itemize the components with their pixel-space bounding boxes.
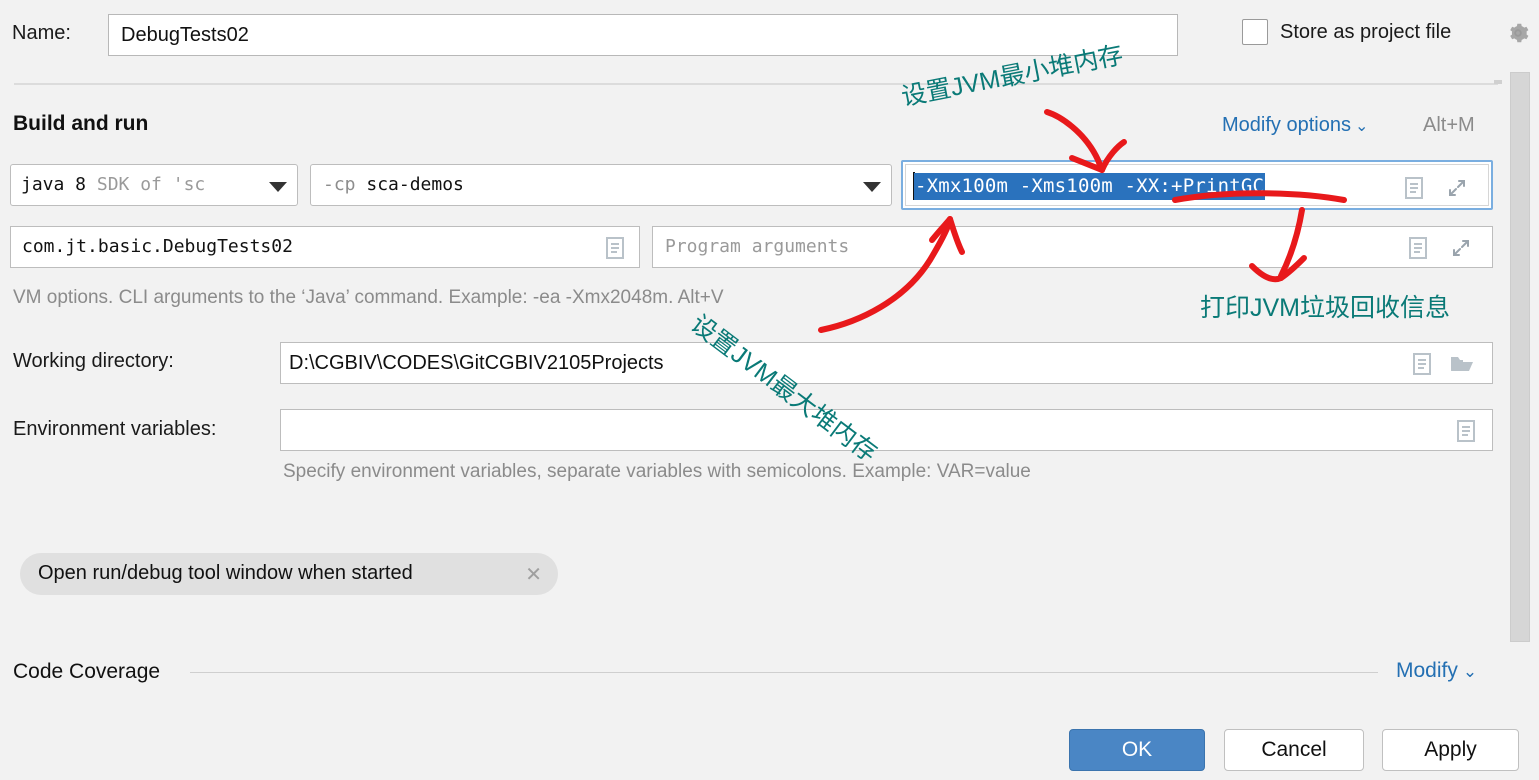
chevron-down-icon[interactable] [863,182,881,192]
modify-options-shortcut: Alt+M [1423,114,1475,136]
apply-button[interactable]: Apply [1382,729,1519,771]
working-directory-value: D:\CGBIV\CODES\GitCGBIV2105Projects [289,352,664,374]
modify-options-link[interactable]: Modify options ⌄ [1222,114,1368,137]
chevron-down-icon: ⌄ [1354,118,1369,135]
modify-options-label: Modify options [1222,114,1351,136]
close-icon[interactable]: ✕ [525,562,542,587]
classpath-module: sca-demos [355,174,464,195]
document-icon[interactable] [1412,352,1432,376]
code-coverage-title: Code Coverage [13,660,161,683]
ok-button[interactable]: OK [1069,729,1205,771]
option-chip-label: Open run/debug tool window when started [38,562,413,584]
scrollbar-corner [1494,80,1502,84]
environment-variables-field[interactable] [280,409,1493,451]
program-arguments-placeholder: Program arguments [665,236,850,257]
jdk-value: java 8 SDK of 'sc [21,174,251,195]
code-coverage-modify-link[interactable]: Modify ⌄ [1396,659,1477,683]
jdk-value-dim: SDK of 'sc [86,174,206,195]
name-input[interactable]: DebugTests02 [108,14,1178,56]
cancel-button[interactable]: Cancel [1224,729,1364,771]
gear-icon[interactable] [1505,20,1531,46]
chevron-down-icon[interactable] [269,182,287,192]
code-coverage-modify-label: Modify [1396,659,1458,682]
working-directory-label: Working directory: [13,350,174,372]
vertical-scrollbar-thumb[interactable] [1510,72,1530,642]
header-divider [14,83,1498,85]
vm-options-field[interactable]: -Xmx100m -Xms100m -XX:+PrintGC [901,160,1493,210]
store-as-project-file-checkbox[interactable] [1242,19,1268,45]
environment-variables-hint: Specify environment variables, separate … [283,461,1031,482]
document-icon[interactable] [1408,236,1428,260]
build-and-run-title: Build and run [13,112,149,135]
vm-options-value: -Xmx100m -Xms100m -XX:+PrintGC [914,173,1266,200]
annotation-print-gc: 打印JVM垃圾回收信息 [1200,294,1451,322]
code-coverage-divider [190,672,1378,673]
document-icon[interactable] [1404,176,1424,200]
main-class-value: com.jt.basic.DebugTests02 [22,236,293,257]
store-as-project-file-label: Store as project file [1280,21,1452,43]
main-class-field[interactable]: com.jt.basic.DebugTests02 [10,226,640,268]
program-arguments-field[interactable]: Program arguments [652,226,1493,268]
name-label: Name: [12,22,71,44]
document-icon[interactable] [1456,419,1476,443]
option-chip-open-run-debug-tool-window[interactable]: Open run/debug tool window when started … [20,553,558,595]
classpath-value: -cp sca-demos [323,174,464,195]
jdk-combo[interactable]: java 8 SDK of 'sc [10,164,298,206]
vm-options-hint: VM options. CLI arguments to the ‘Java’ … [13,287,724,308]
jdk-value-bold: java 8 [21,174,87,195]
folder-icon[interactable] [1450,354,1474,374]
name-row: Name: DebugTests02 Store as project file [0,0,1539,70]
environment-variables-label: Environment variables: [13,418,217,440]
chevron-down-icon: ⌄ [1462,662,1478,681]
classpath-prefix: -cp [323,174,356,195]
working-directory-field[interactable]: D:\CGBIV\CODES\GitCGBIV2105Projects [280,342,1493,384]
expand-icon[interactable] [1450,237,1472,259]
expand-icon[interactable] [1446,177,1468,199]
classpath-combo[interactable]: -cp sca-demos [310,164,892,206]
document-icon[interactable] [605,236,625,260]
run-debug-configuration-dialog: Name: DebugTests02 Store as project file… [0,0,1539,780]
